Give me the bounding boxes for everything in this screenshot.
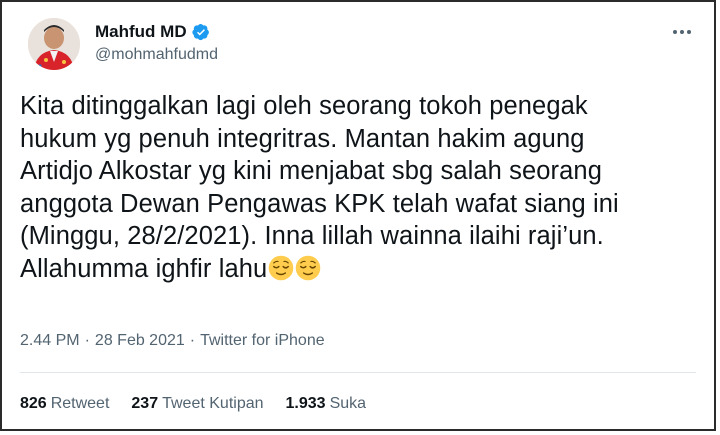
tweet-meta: 2.44 PM · 28 Feb 2021 · Twitter for iPhone	[20, 332, 325, 350]
stat-count: 1.933	[285, 395, 326, 412]
author-handle[interactable]: @mohmahfudmd	[95, 46, 218, 64]
stat-count: 237	[131, 395, 159, 412]
stat-count: 826	[20, 395, 47, 412]
tweet-line: Artidjo Alkostar yg kini menjabat sbg sa…	[20, 157, 602, 185]
tweet-line: anggota Dewan Pengawas KPK telah wafat s…	[20, 189, 619, 218]
author-name-row: Mahfud MD	[95, 22, 210, 42]
quote-tweet-count[interactable]: 237 Tweet Kutipan	[131, 395, 263, 413]
retweet-count[interactable]: 826 Retweet	[20, 395, 109, 413]
like-count[interactable]: 1.933 Suka	[286, 395, 367, 413]
stat-label: Retweet	[50, 395, 110, 412]
divider	[20, 372, 696, 373]
tweet-card: Mahfud MD @mohmahfudmd Kita ditinggalkan…	[0, 0, 716, 431]
meta-separator: ·	[84, 332, 90, 349]
tweet-source[interactable]: Twitter for iPhone	[200, 332, 325, 349]
stat-label: Suka	[329, 395, 367, 412]
relieved-face-icon	[269, 255, 294, 280]
verified-badge-icon	[191, 23, 209, 41]
avatar[interactable]	[28, 18, 80, 70]
tweet-date[interactable]: 28 Feb 2021	[95, 332, 185, 349]
tweet-time[interactable]: 2.44 PM	[20, 332, 80, 349]
stat-label: Tweet Kutipan	[162, 395, 264, 412]
tweet-text: Kita ditinggalkan lagi oleh seorang toko…	[20, 90, 710, 285]
tweet-line: Kita ditinggalkan lagi oleh seorang toko…	[20, 92, 588, 120]
more-options-icon[interactable]	[670, 22, 694, 42]
tweet-stats: 826 Retweet 237 Tweet Kutipan 1.933 Suka	[20, 395, 388, 413]
tweet-line: Allahumma ighfir lahu	[20, 254, 268, 283]
tweet-line: (Minggu, 28/2/2021). Inna lillah wainna …	[20, 222, 604, 250]
tweet-header: Mahfud MD @mohmahfudmd	[18, 16, 698, 76]
meta-separator: ·	[189, 332, 196, 349]
tweet-line: hukum yg penuh integritras. Mantan hakim…	[20, 124, 585, 153]
author-name[interactable]: Mahfud MD	[95, 22, 187, 42]
avatar-image	[28, 18, 80, 70]
relieved-face-icon	[296, 255, 321, 280]
